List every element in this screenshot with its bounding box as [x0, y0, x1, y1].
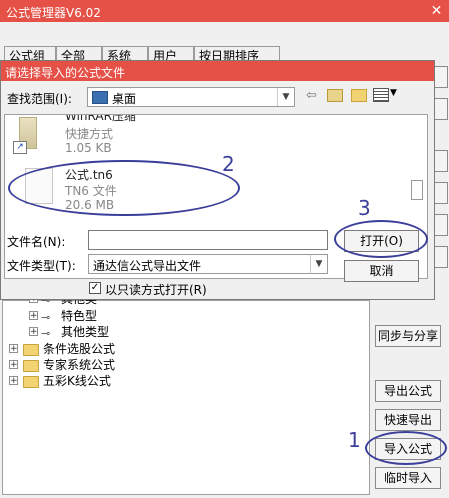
expand-icon[interactable]: + — [29, 311, 38, 321]
filename-input[interactable] — [88, 230, 328, 250]
hidden-button-2[interactable] — [434, 98, 448, 120]
folder-icon — [23, 376, 39, 388]
folder-icon — [23, 360, 39, 372]
filetype-value: 通达信公式导出文件 — [93, 259, 202, 273]
sync-share-button[interactable]: 同步与分享 — [375, 325, 441, 347]
annotation-1: 1 — [348, 428, 361, 452]
tree-item-label: 专家系统公式 — [43, 358, 116, 372]
annotation-2: 2 — [222, 152, 235, 176]
tree-item-label: 特色型 — [61, 309, 98, 323]
up-folder-icon[interactable] — [327, 89, 343, 102]
key-icon: ⊸ — [41, 311, 51, 324]
main-window-title: 公式管理器V6.02 — [6, 6, 101, 20]
annotation-ellipse-3 — [334, 220, 428, 258]
look-in-value: 桌面 — [112, 92, 137, 106]
expand-icon[interactable]: + — [9, 344, 18, 354]
hidden-button-6[interactable] — [434, 246, 448, 268]
view-menu-icon[interactable] — [373, 88, 389, 102]
temp-import-button[interactable]: 临时导入 — [375, 467, 441, 489]
readonly-checkbox[interactable]: ✓ — [89, 282, 101, 294]
file-size: 1.05 KB — [65, 141, 112, 155]
filetype-label: 文件类型(T): — [7, 259, 76, 273]
hidden-button-3[interactable] — [434, 150, 448, 172]
annotation-ellipse-2 — [8, 160, 240, 216]
file-type: 快捷方式 — [65, 127, 114, 141]
annotation-3: 3 — [358, 196, 371, 220]
hidden-button-1[interactable] — [434, 66, 448, 88]
look-in-combo[interactable]: 桌面 ▼ — [87, 87, 295, 107]
expand-icon[interactable]: + — [9, 376, 18, 386]
annotation-ellipse-1 — [365, 431, 447, 465]
close-icon[interactable]: ✕ — [424, 0, 449, 22]
hidden-button-4[interactable] — [434, 182, 448, 204]
key-icon: ⊸ — [41, 327, 51, 340]
folder-icon — [23, 344, 39, 356]
new-folder-icon[interactable] — [351, 89, 367, 102]
cancel-button[interactable]: 取消 — [344, 260, 419, 282]
hidden-button-5[interactable] — [434, 214, 448, 236]
desktop-icon — [92, 91, 108, 104]
tree-item-label: 条件选股公式 — [43, 342, 116, 356]
tree-item-label: 其他类型 — [61, 325, 110, 339]
back-arrow-icon[interactable]: ⇦ — [306, 88, 317, 103]
dialog-title: 请选择导入的公式文件 — [5, 66, 126, 80]
filename-label: 文件名(N): — [7, 235, 66, 249]
chevron-down-icon[interactable]: ▼ — [390, 88, 397, 98]
formula-tree[interactable]: + ⊸ 其他类 + ⊸ 特色型 + ⊸ 其他类型 + 条件选股公式 + 专家系统… — [2, 292, 370, 495]
shortcut-arrow-icon: ↗ — [13, 141, 27, 154]
export-formula-button[interactable]: 导出公式 — [375, 380, 441, 402]
readonly-label: 以只读方式打开(R) — [105, 283, 207, 297]
expand-icon[interactable]: + — [9, 360, 18, 370]
filetype-combo[interactable]: 通达信公式导出文件 ▼ — [88, 254, 328, 274]
tree-item-label: 五彩K线公式 — [43, 374, 111, 388]
chevron-down-icon[interactable]: ▼ — [277, 88, 294, 106]
scrollbar-thumb[interactable] — [411, 180, 423, 200]
look-in-label: 查找范围(I): — [7, 92, 72, 106]
file-name[interactable]: WinRAR压缩 — [65, 115, 136, 124]
quick-export-button[interactable]: 快速导出 — [375, 409, 441, 431]
chevron-down-icon[interactable]: ▼ — [310, 255, 327, 273]
expand-icon[interactable]: + — [29, 327, 38, 337]
